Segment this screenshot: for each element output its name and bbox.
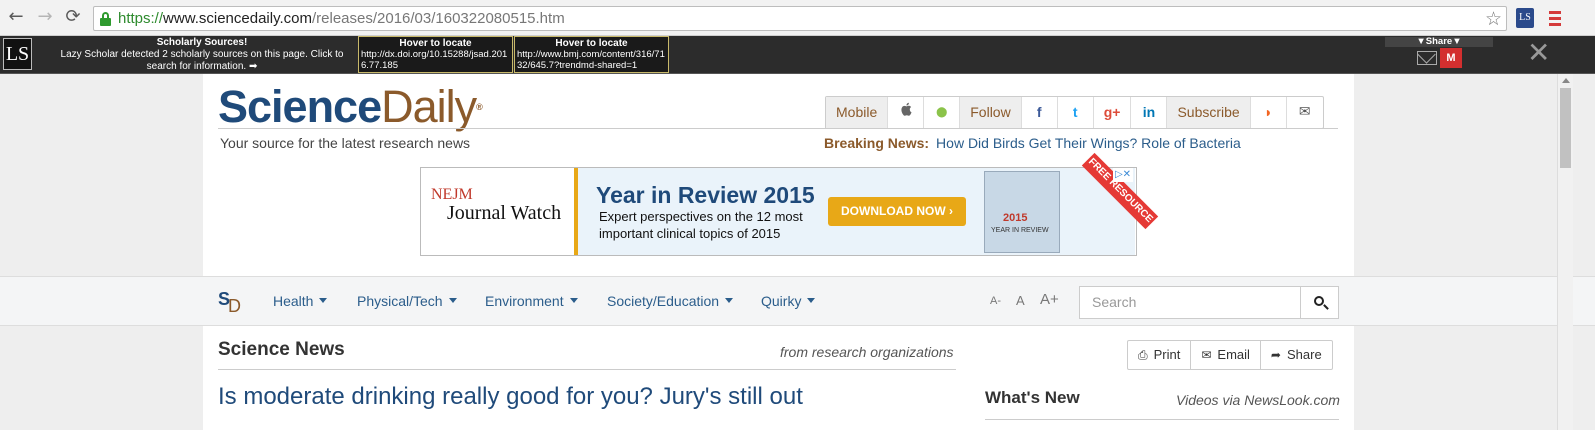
url-text: https://www.sciencedaily.com/releases/20…: [118, 10, 565, 27]
mail-icon[interactable]: [1417, 51, 1437, 65]
article-headline: Is moderate drinking really good for you…: [218, 383, 803, 410]
android-icon[interactable]: ⬤: [924, 97, 961, 128]
scroll-up-arrow[interactable]: [1562, 78, 1570, 83]
nav-item-environment[interactable]: Environment: [485, 293, 578, 309]
divider: [985, 419, 1339, 420]
print-button[interactable]: ⎙ Print: [1128, 341, 1192, 369]
google-plus-icon[interactable]: g+: [1094, 97, 1132, 128]
back-icon[interactable]: ←: [5, 6, 27, 28]
advertisement-banner[interactable]: NEJM Journal Watch Year in Review 2015 E…: [420, 152, 1159, 256]
email-icon[interactable]: ✉: [1287, 97, 1323, 128]
ad-title: Year in Review 2015: [596, 182, 815, 208]
share-icon: ➦: [1270, 348, 1281, 362]
source-locate-box[interactable]: Hover to locate http://dx.doi.org/10.152…: [358, 36, 513, 73]
breaking-news-label: Breaking News:: [824, 135, 930, 151]
journal-watch-logo: Journal Watch: [447, 202, 562, 224]
site-logo[interactable]: ScienceDaily®: [218, 82, 483, 132]
sd-logo-mark[interactable]: SD: [218, 289, 243, 316]
font-size-small[interactable]: A-: [990, 295, 1001, 307]
search-button[interactable]: [1300, 286, 1339, 319]
breaking-news-link[interactable]: How Did Birds Get Their Wings? Role of B…: [936, 135, 1241, 151]
lazy-scholar-extension-icon[interactable]: LS: [1516, 8, 1534, 28]
breaking-news: Breaking News: How Did Birds Get Their Wi…: [824, 135, 1241, 151]
nav-item-quirky[interactable]: Quirky: [761, 293, 815, 309]
reload-icon[interactable]: ⟳: [62, 6, 84, 28]
ad-brand: NEJM Journal Watch: [421, 168, 575, 255]
close-icon[interactable]: ✕: [1527, 38, 1550, 68]
font-size-normal[interactable]: A: [1016, 293, 1025, 308]
mendeley-icon[interactable]: M: [1440, 48, 1462, 68]
print-icon: ⎙: [1138, 348, 1148, 362]
nav-item-society-education[interactable]: Society/Education: [607, 293, 733, 309]
source-locate-box[interactable]: Hover to locate http://www.bmj.com/conte…: [514, 36, 669, 73]
rss-icon[interactable]: ◗: [1251, 97, 1287, 128]
page-container: ScienceDaily® Your source for the latest…: [203, 74, 1354, 430]
section-title: Science News: [218, 339, 345, 360]
videos-credit[interactable]: Videos via NewsLook.com: [1176, 392, 1340, 408]
article-actions: ⎙ Print ✉ Email ➦ Share: [1127, 340, 1333, 370]
browser-menu-icon[interactable]: [1546, 8, 1564, 28]
site-tagline: Your source for the latest research news: [220, 135, 471, 151]
font-size-large[interactable]: A+: [1040, 291, 1059, 308]
divider: [218, 369, 956, 370]
share-button[interactable]: ➦ Share: [1261, 341, 1332, 369]
apple-icon[interactable]: [888, 97, 925, 128]
follow-label: Follow: [960, 97, 1022, 128]
email-button[interactable]: ✉ Email: [1191, 341, 1261, 369]
search-input[interactable]: Search: [1079, 286, 1301, 319]
envelope-icon: ✉: [1201, 348, 1212, 362]
forward-icon[interactable]: →: [34, 6, 56, 28]
browser-toolbar: ← → ⟳ https://www.sciencedaily.com/relea…: [0, 0, 1595, 36]
nav-item-health[interactable]: Health: [273, 293, 327, 309]
ad-subtitle: Expert perspectives on the 12 most impor…: [599, 209, 803, 241]
lock-icon: [100, 12, 111, 26]
free-resource-ribbon: FREE RESOURCE: [1081, 152, 1159, 230]
twitter-icon[interactable]: t: [1058, 97, 1094, 128]
search-icon: [1314, 296, 1324, 306]
main-nav: SD Health Physical/Tech Environment Soci…: [0, 276, 1595, 326]
lazy-scholar-logo: LS: [3, 38, 32, 70]
subscribe-label: Subscribe: [1167, 97, 1251, 128]
page-scrollbar[interactable]: [1557, 74, 1573, 430]
ad-choices-icon[interactable]: ▷✕: [1113, 168, 1133, 182]
lazy-scholar-bar: LS Scholarly Sources! Lazy Scholar detec…: [0, 36, 1595, 74]
ad-body: Year in Review 2015 Expert perspectives …: [578, 152, 1159, 255]
social-bar: Mobile ⬤ Follow f t g+ in Subscribe ◗ ✉: [825, 96, 1324, 129]
nav-item-physical-tech[interactable]: Physical/Tech: [357, 293, 457, 309]
scroll-thumb[interactable]: [1560, 88, 1571, 168]
facebook-icon[interactable]: f: [1022, 97, 1058, 128]
section-subtitle: from research organizations: [780, 344, 954, 360]
share-toggle[interactable]: ▼Share▼: [1385, 37, 1493, 47]
bookmark-star-icon[interactable]: ☆: [1485, 8, 1502, 30]
linkedin-icon[interactable]: in: [1131, 97, 1168, 128]
whats-new-heading: What's New: [985, 388, 1080, 407]
address-bar[interactable]: https://www.sciencedaily.com/releases/20…: [93, 6, 1507, 31]
download-now-button[interactable]: DOWNLOAD NOW ›: [828, 197, 966, 226]
report-cover-image: 2015 YEAR IN REVIEW: [984, 171, 1060, 253]
scholarly-sources-message[interactable]: Scholarly Sources! Lazy Scholar detected…: [46, 37, 358, 73]
mobile-label: Mobile: [826, 97, 889, 128]
